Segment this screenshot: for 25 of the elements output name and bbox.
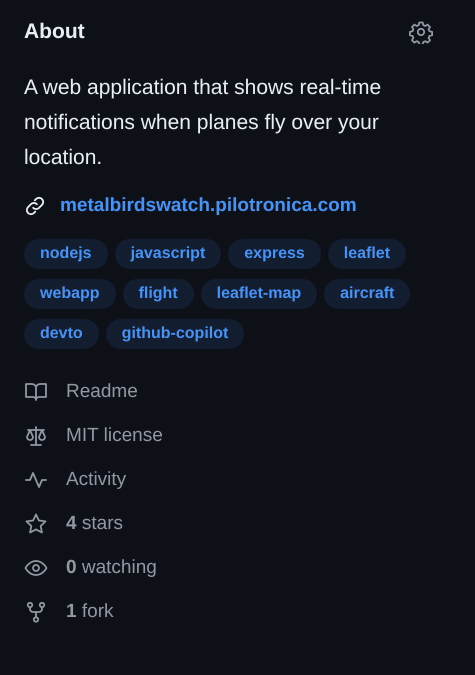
star-icon <box>24 512 48 536</box>
topic-tag[interactable]: javascript <box>114 239 222 269</box>
website-link[interactable]: metalbirdswatch.pilotronica.com <box>60 195 357 217</box>
fork-icon <box>24 600 48 624</box>
watching-link[interactable]: 0 watching <box>24 553 157 583</box>
scale-icon <box>24 424 48 448</box>
topic-tag[interactable]: webapp <box>24 279 116 309</box>
topic-tag[interactable]: devto <box>24 319 99 349</box>
topic-tag[interactable]: github-copilot <box>106 319 244 349</box>
topic-tag[interactable]: flight <box>122 279 194 309</box>
topic-tag[interactable]: leaflet-map <box>200 279 318 309</box>
topic-tag[interactable]: aircraft <box>324 279 410 309</box>
section-title: About <box>24 20 85 44</box>
topic-tag[interactable]: leaflet <box>328 239 406 269</box>
readme-link[interactable]: Readme <box>24 377 138 407</box>
activity-link[interactable]: Activity <box>24 465 126 495</box>
license-link[interactable]: MIT license <box>24 421 163 451</box>
book-icon <box>24 380 48 404</box>
link-icon <box>24 195 46 217</box>
topic-tag[interactable]: express <box>228 239 321 269</box>
stars-link[interactable]: 4 stars <box>24 509 124 539</box>
fork-link[interactable]: 1 fork <box>24 597 114 627</box>
description: A web application that shows real-time notifications when planes fly over your location. <box>24 75 382 171</box>
topic-tag[interactable]: nodejs <box>24 239 108 269</box>
settings-icon[interactable] <box>409 20 433 44</box>
